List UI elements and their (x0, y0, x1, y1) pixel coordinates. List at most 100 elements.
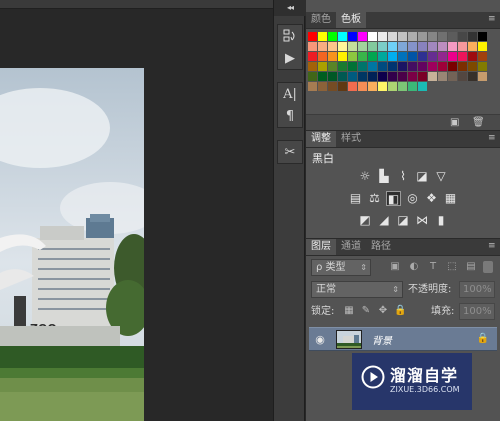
color-swatch[interactable] (388, 42, 397, 51)
color-swatch[interactable] (438, 72, 447, 81)
filter-toggle-icon[interactable] (483, 261, 493, 273)
color-swatch[interactable] (468, 62, 477, 71)
panel-menu-icon[interactable]: ≡ (488, 134, 498, 143)
lock-brush-icon[interactable]: ✎ (360, 305, 372, 317)
color-swatch[interactable] (378, 72, 387, 81)
color-swatch[interactable] (348, 82, 357, 91)
color-swatch[interactable] (408, 32, 417, 41)
color-swatch[interactable] (328, 82, 337, 91)
color-swatch[interactable] (328, 42, 337, 51)
color-swatch[interactable] (348, 32, 357, 41)
color-swatch[interactable] (308, 82, 317, 91)
color-swatch[interactable] (318, 72, 327, 81)
layer-row-background[interactable]: ◉ 背景 🔒 (309, 327, 497, 351)
color-swatch[interactable] (328, 62, 337, 71)
color-swatch[interactable] (398, 62, 407, 71)
color-swatch[interactable] (388, 72, 397, 81)
color-swatch[interactable] (468, 72, 477, 81)
color-swatch[interactable] (338, 72, 347, 81)
color-swatch[interactable] (448, 42, 457, 51)
color-swatch[interactable] (308, 62, 317, 71)
color-swatch[interactable] (458, 42, 467, 51)
color-swatch[interactable] (318, 42, 327, 51)
tab-adjustments[interactable]: 调整 (306, 131, 336, 147)
paragraph-icon[interactable]: ¶ (278, 105, 302, 127)
color-swatch[interactable] (458, 52, 467, 61)
color-swatch[interactable] (398, 72, 407, 81)
color-swatch[interactable] (348, 52, 357, 61)
smart-object-filter-icon[interactable]: ▤ (465, 261, 477, 273)
color-swatch[interactable] (328, 72, 337, 81)
type-filter-icon[interactable]: T (427, 261, 439, 273)
color-swatch[interactable] (318, 52, 327, 61)
collapse-panels-button[interactable]: ◂◂ (274, 0, 306, 16)
color-swatch[interactable] (418, 82, 427, 91)
color-swatch[interactable] (338, 62, 347, 71)
curves-icon[interactable]: ⌇ (396, 169, 411, 184)
tool-presets-icon[interactable]: ✂ (278, 141, 302, 163)
photo-filter-icon[interactable]: ◎ (405, 191, 420, 206)
vibrance-icon[interactable]: ▤ (348, 191, 363, 206)
black-white-icon[interactable]: ◧ (386, 191, 401, 206)
color-swatch[interactable] (318, 32, 327, 41)
color-swatch[interactable] (408, 42, 417, 51)
trash-icon[interactable]: 🗑 (472, 118, 485, 128)
color-swatch[interactable] (428, 32, 437, 41)
color-swatch[interactable] (418, 62, 427, 71)
color-swatch[interactable] (478, 52, 487, 61)
lock-transparent-icon[interactable]: ▦ (343, 305, 355, 317)
panel-menu-icon[interactable]: ≡ (488, 242, 498, 251)
document-photo[interactable]: ZOO (0, 68, 144, 421)
adjustment-filter-icon[interactable]: ◐ (408, 261, 420, 273)
color-swatch[interactable] (408, 62, 417, 71)
color-swatch[interactable] (328, 32, 337, 41)
color-swatch[interactable] (478, 62, 487, 71)
color-swatch[interactable] (378, 52, 387, 61)
color-swatch[interactable] (368, 82, 377, 91)
gradient-map-icon[interactable]: ▮ (434, 213, 449, 228)
color-swatch[interactable] (418, 32, 427, 41)
color-swatch[interactable] (328, 52, 337, 61)
color-lookup-icon[interactable]: ▦ (443, 191, 458, 206)
color-swatch[interactable] (458, 32, 467, 41)
color-swatch[interactable] (368, 72, 377, 81)
color-swatch[interactable] (318, 62, 327, 71)
color-swatch[interactable] (428, 52, 437, 61)
color-swatch[interactable] (418, 52, 427, 61)
color-swatch[interactable] (458, 72, 467, 81)
panel-menu-icon[interactable]: ≡ (488, 15, 498, 24)
document-canvas[interactable]: ZOO (0, 0, 273, 421)
pixel-filter-icon[interactable]: ▣ (389, 261, 401, 273)
color-swatch[interactable] (468, 42, 477, 51)
color-swatch[interactable] (378, 82, 387, 91)
color-swatch[interactable] (388, 32, 397, 41)
layer-name[interactable]: 背景 (372, 332, 392, 347)
color-swatch[interactable] (478, 42, 487, 51)
color-swatch[interactable] (338, 82, 347, 91)
color-swatch[interactable] (338, 52, 347, 61)
layer-filter-select[interactable]: ρ 类型 ⇕ (311, 259, 371, 276)
color-swatch[interactable] (308, 72, 317, 81)
color-swatch[interactable] (408, 72, 417, 81)
new-swatch-icon[interactable]: ▣ (450, 118, 460, 128)
color-swatch[interactable] (368, 32, 377, 41)
color-swatch[interactable] (348, 42, 357, 51)
color-swatch[interactable] (338, 42, 347, 51)
blend-mode-select[interactable]: 正常 ⇕ (311, 281, 403, 298)
color-swatch[interactable] (308, 42, 317, 51)
exposure-icon[interactable]: ◪ (415, 169, 430, 184)
visibility-eye-icon[interactable]: ◉ (313, 333, 327, 347)
fill-field[interactable]: 100% (459, 303, 495, 320)
color-swatch[interactable] (398, 42, 407, 51)
color-swatch[interactable] (358, 72, 367, 81)
color-swatch[interactable] (388, 62, 397, 71)
color-swatch[interactable] (448, 72, 457, 81)
tab-paths[interactable]: 路径 (366, 239, 396, 255)
color-swatch[interactable] (448, 32, 457, 41)
opacity-field[interactable]: 100% (459, 281, 495, 298)
color-swatch[interactable] (408, 52, 417, 61)
lock-position-icon[interactable]: ✥ (377, 305, 389, 317)
color-swatch[interactable] (358, 42, 367, 51)
gradient-triangle-icon[interactable]: ▽ (434, 169, 449, 184)
color-swatch[interactable] (468, 52, 477, 61)
